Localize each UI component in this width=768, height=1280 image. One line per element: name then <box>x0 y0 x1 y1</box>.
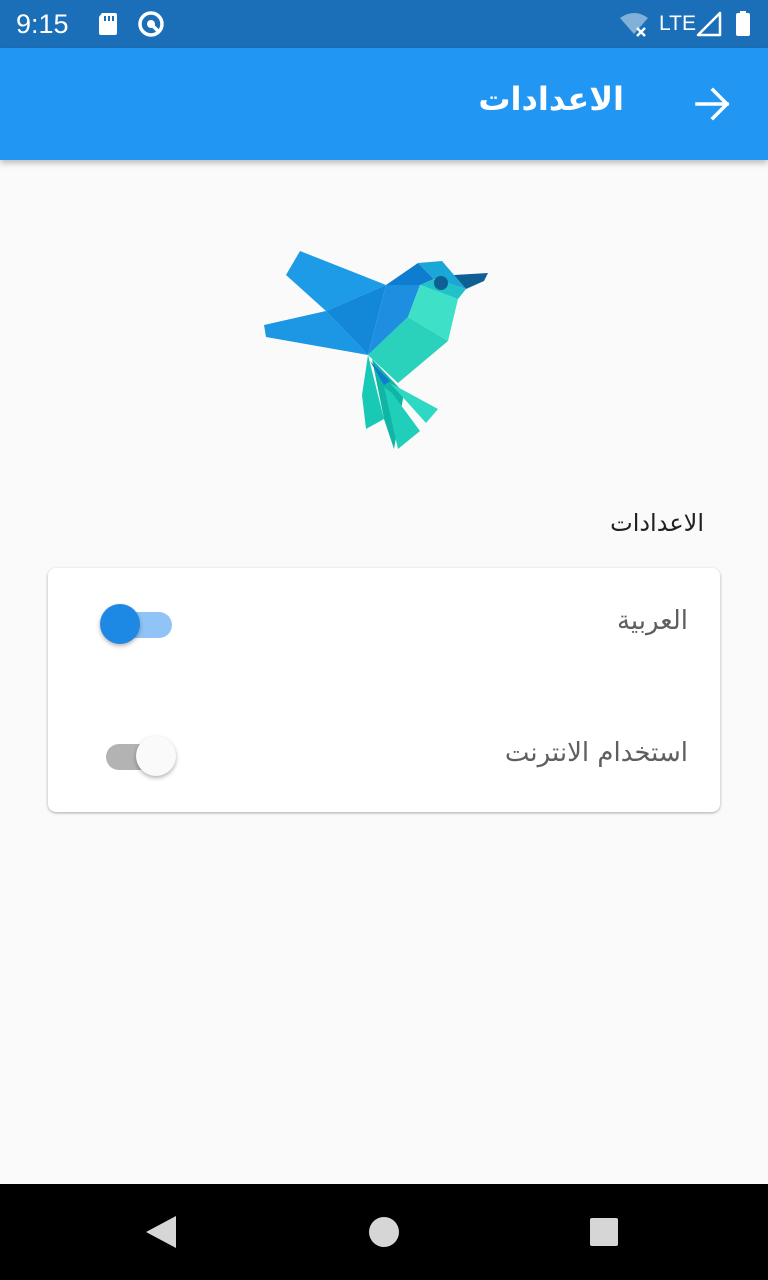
network-type: LTE <box>659 12 696 35</box>
setting-row-internet[interactable]: استخدام الانترنت <box>48 700 720 810</box>
back-triangle-icon[interactable] <box>140 1212 180 1252</box>
page-title: الاعدادات <box>478 80 624 118</box>
hummingbird-logo-icon <box>264 251 488 449</box>
toggle-thumb <box>100 604 140 644</box>
status-bar: 9:15 LTE <box>0 0 768 48</box>
arrow-right-icon <box>695 87 730 121</box>
settings-card: العربية استخدام الانترنت <box>48 568 720 812</box>
navigation-bar <box>0 1184 768 1280</box>
settings-screen: 9:15 LTE الاعدادات الاعدادات العربية است… <box>0 0 768 1280</box>
home-circle-icon[interactable] <box>366 1214 402 1250</box>
status-time: 9:15 <box>16 9 69 39</box>
do-not-disturb-icon <box>138 11 164 37</box>
battery-icon <box>736 11 750 36</box>
internet-toggle[interactable] <box>96 732 180 780</box>
settings-heading: الاعدادات <box>610 509 704 537</box>
signal-icon <box>696 11 722 37</box>
setting-row-arabic[interactable]: العربية <box>48 568 720 678</box>
setting-label-internet: استخدام الانترنت <box>504 738 688 768</box>
recents-square-icon[interactable] <box>588 1216 620 1248</box>
toggle-thumb <box>136 736 176 776</box>
sd-card-icon <box>99 13 117 35</box>
wifi-off-icon <box>620 13 648 37</box>
setting-label-arabic: العربية <box>616 606 688 636</box>
back-button[interactable] <box>684 76 740 132</box>
app-bar: الاعدادات <box>0 48 768 160</box>
arabic-toggle[interactable] <box>98 600 182 648</box>
